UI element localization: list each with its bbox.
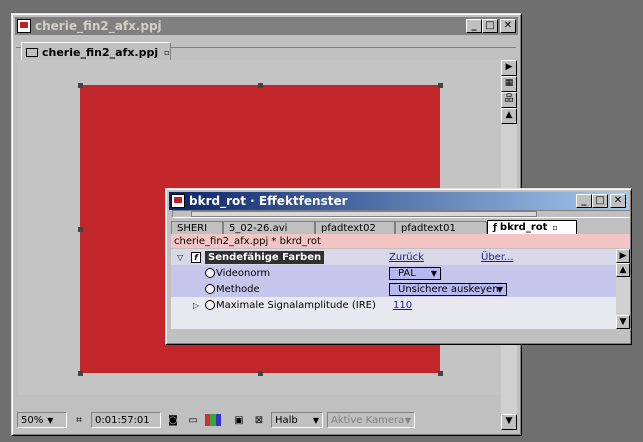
transparency-grid-icon[interactable]: ⊠ — [251, 412, 267, 428]
tab-menu-icon[interactable]: ▫ — [552, 223, 557, 232]
zoom-select[interactable]: 50% ▼ — [17, 412, 67, 428]
scroll-track[interactable] — [616, 277, 630, 315]
chevron-down-icon: ▼ — [404, 415, 411, 425]
tab-scroll-thumb[interactable] — [191, 211, 537, 217]
chevron-down-icon: ▼ — [430, 268, 437, 278]
tab-layer[interactable]: SHERI — [171, 221, 223, 234]
tab-layer[interactable]: pfadtext02 — [315, 221, 395, 234]
region-of-interest-icon[interactable]: ▣ — [231, 412, 247, 428]
layer-handle[interactable] — [258, 371, 263, 376]
tab-label: bkrd_rot — [499, 222, 548, 233]
param-label: Maximale Signalamplitude (IRE) — [216, 299, 376, 311]
maximize-button[interactable]: □ — [482, 19, 498, 33]
stopwatch-icon[interactable] — [205, 300, 215, 310]
expand-triangle-icon[interactable]: ▽ — [177, 253, 183, 262]
stopwatch-icon[interactable] — [205, 284, 215, 294]
tab-layer[interactable]: pfadtext01 — [395, 221, 487, 234]
fx-tab-bar: SHERI 5_02-26.avi pfadtext02 pfadtext01 … — [171, 220, 630, 234]
effect-f-icon: ƒ — [493, 222, 497, 233]
param-row: Methode Unsichere auskeyen ▼ — [171, 281, 616, 297]
chevron-down-icon: ▼ — [496, 284, 503, 294]
reset-link[interactable]: Zurück — [389, 252, 424, 263]
resolution-value: Halb — [275, 414, 298, 426]
param-row: Videonorm PAL ▼ — [171, 265, 616, 281]
layer-handle[interactable] — [438, 371, 443, 376]
amplitude-value[interactable]: 110 — [393, 300, 412, 311]
snapshot-icon[interactable]: ◙ — [165, 412, 181, 428]
videonorm-dropdown[interactable]: PAL ▼ — [389, 266, 441, 280]
layer-handle[interactable] — [258, 83, 263, 88]
fx-window-title: bkrd_rot · Effektfenster — [189, 194, 348, 208]
panel-menu-arrow-icon[interactable]: ▶ — [501, 60, 517, 76]
chevron-down-icon: ▼ — [312, 415, 319, 425]
close-button[interactable]: ✕ — [610, 194, 626, 208]
panel-menu-arrow-icon[interactable]: ▶ — [616, 249, 630, 263]
close-button[interactable]: ✕ — [500, 19, 516, 33]
tab-scroll-slider[interactable] — [172, 210, 630, 218]
fx-titlebar[interactable]: bkrd_rot · Effektfenster _ □ ✕ — [169, 192, 628, 210]
minimize-button[interactable]: _ — [466, 19, 482, 33]
effect-toggle-icon[interactable]: f — [191, 251, 201, 263]
flowchart-icon[interactable]: 品 — [501, 92, 517, 108]
effect-controls-panel: ▽ f Sendefähige Farben Zurück Über... Vi… — [171, 249, 616, 329]
tab-bkrd-rot[interactable]: ƒ bkrd_rot ▫ — [487, 220, 577, 234]
effect-name[interactable]: Sendefähige Farben — [205, 250, 325, 264]
scroll-up-icon[interactable]: ▲ — [501, 108, 517, 124]
expand-triangle-icon[interactable]: ▷ — [193, 301, 199, 310]
comp-tab[interactable]: cherie_fin2_afx.ppj ▫ — [21, 42, 171, 61]
stopwatch-icon[interactable] — [205, 268, 215, 278]
resolution-select[interactable]: Halb ▼ — [271, 412, 323, 428]
timecode-display[interactable]: 0:01:57:01 — [91, 412, 161, 428]
show-snapshot-icon[interactable]: ▭ — [185, 412, 201, 428]
scroll-down-icon[interactable]: ▼ — [616, 315, 630, 329]
channels-icon[interactable] — [205, 412, 221, 428]
maximize-button[interactable]: □ — [592, 194, 608, 208]
param-label: Methode — [216, 283, 260, 295]
scroll-down-icon[interactable]: ▼ — [501, 414, 517, 430]
dropdown-value: PAL — [398, 267, 416, 279]
layer-handle[interactable] — [78, 83, 83, 88]
layer-handle[interactable] — [438, 83, 443, 88]
dropdown-value: Unsichere auskeyen — [398, 283, 499, 295]
param-row: ▷ Maximale Signalamplitude (IRE) 110 — [171, 297, 616, 313]
composition-icon — [26, 47, 38, 57]
camera-value: Aktive Kamera — [331, 414, 405, 426]
scroll-up-icon[interactable]: ▲ — [616, 263, 630, 277]
tab-layer[interactable]: 5_02-26.avi — [223, 221, 315, 234]
fx-window-icon — [171, 194, 185, 208]
param-label: Videonorm — [216, 267, 271, 279]
fx-scrollbar: ▶ ▲ ▼ — [616, 249, 630, 329]
layer-handle[interactable] — [78, 371, 83, 376]
comp-window-title: cherie_fin2_afx.ppj — [35, 19, 162, 33]
effects-window: bkrd_rot · Effektfenster _ □ ✕ SHERI 5_0… — [165, 188, 632, 345]
grid-icon[interactable]: ▦ — [501, 76, 517, 92]
chevron-down-icon: ▼ — [47, 415, 54, 425]
camera-select[interactable]: Aktive Kamera ▼ — [327, 412, 415, 428]
comp-tab-label: cherie_fin2_afx.ppj — [42, 45, 159, 59]
zoom-value: 50% — [21, 414, 44, 426]
breadcrumb: cherie_fin2_afx.ppj * bkrd_rot — [171, 234, 630, 248]
layer-handle[interactable] — [78, 227, 83, 232]
comp-window-icon — [17, 19, 31, 33]
safe-margins-icon[interactable]: ⌗ — [71, 412, 87, 428]
effect-header-row: ▽ f Sendefähige Farben Zurück Über... — [171, 249, 616, 265]
comp-status-bar: 50% ▼ ⌗ 0:01:57:01 ◙ ▭ ▣ ⊠ Halb ▼ Aktive K… — [17, 410, 502, 430]
minimize-button[interactable]: _ — [576, 194, 592, 208]
comp-titlebar[interactable]: cherie_fin2_afx.ppj _ □ ✕ — [15, 17, 518, 35]
tab-menu-icon[interactable]: ▫ — [164, 48, 169, 57]
timecode-value: 0:01:57:01 — [95, 414, 150, 426]
about-link[interactable]: Über... — [481, 252, 514, 263]
methode-dropdown[interactable]: Unsichere auskeyen ▼ — [389, 282, 507, 296]
